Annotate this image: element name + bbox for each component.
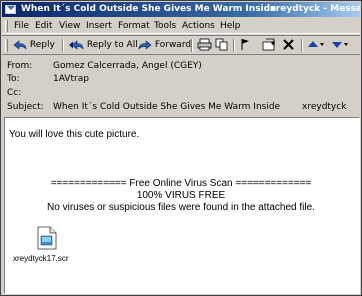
move-to-folder-button[interactable] (262, 38, 276, 53)
message-headers: From: Gomez Calcerrada, Angel (CGEY) To:… (2, 57, 360, 117)
printer-icon (197, 38, 212, 51)
to-label: To: (7, 74, 20, 84)
menu-bar: File Edit View Insert Format Tools Actio… (2, 18, 360, 34)
body-line: You will love this cute picture. (9, 129, 140, 140)
reply-label: Reply (29, 40, 55, 50)
move-folder-icon (262, 38, 275, 51)
window-title: When It´s Cold Outside She Gives Me Warm… (21, 4, 277, 14)
arrow-up-icon (308, 41, 324, 47)
from-label: From: (7, 61, 33, 71)
to-value[interactable]: 1AVtrap (53, 74, 89, 85)
flag-button[interactable] (239, 38, 251, 53)
toolbar-separator (301, 39, 303, 52)
menu-grip[interactable] (5, 20, 8, 32)
reply-button[interactable]: Reply (13, 38, 55, 53)
virus-scan-result: 100% VIRUS FREE (136, 190, 226, 201)
envelope-icon (5, 5, 16, 14)
toolbar-grip[interactable] (5, 39, 8, 52)
menu-tools[interactable]: Tools (154, 20, 176, 32)
toolbar-separator (233, 39, 235, 52)
reply-all-label: Reply to All (86, 40, 138, 50)
flag-icon (241, 39, 249, 50)
menu-help[interactable]: Help (220, 20, 241, 32)
subject-extra: xreydtyck (302, 102, 347, 112)
reply-icon (13, 39, 27, 50)
subject-value: When It´s Cold Outside She Gives Me Warm… (53, 102, 281, 112)
message-body[interactable]: You will love this cute picture. =======… (4, 117, 360, 294)
copy-icon (215, 38, 228, 51)
arrow-down-icon (332, 42, 348, 48)
toolbar: Reply Reply to All Forward (2, 35, 360, 55)
menu-view[interactable]: View (59, 20, 80, 32)
reply-all-button[interactable]: Reply to All (68, 38, 138, 53)
file-icon[interactable] (37, 226, 57, 250)
forward-button[interactable]: Forward (138, 38, 191, 53)
forward-label: Forward (154, 40, 192, 50)
window-title-suffix: xreydtyck - Message (270, 4, 360, 14)
menu-actions[interactable]: Actions (182, 20, 215, 32)
menu-insert[interactable]: Insert (86, 20, 112, 32)
toolbar-separator (62, 39, 64, 52)
from-value[interactable]: Gomez Calcerrada, Angel (CGEY) (53, 61, 202, 72)
subject-label: Subject: (7, 102, 44, 112)
forward-icon (138, 39, 152, 50)
title-bar[interactable]: When It´s Cold Outside She Gives Me Warm… (2, 2, 360, 17)
close-icon (283, 39, 294, 50)
copy-button[interactable] (215, 38, 229, 53)
next-item-button[interactable] (331, 38, 349, 53)
menu-format[interactable]: Format (118, 20, 150, 32)
reply-all-icon (69, 39, 84, 50)
menu-edit[interactable]: Edit (35, 20, 52, 32)
virus-scan-banner: ============= Free Online Virus Scan ===… (50, 178, 312, 189)
cc-label: Cc: (7, 88, 22, 98)
previous-item-button[interactable] (307, 38, 325, 53)
attachment-filename[interactable]: xreydtyck17.scr (13, 254, 69, 264)
menu-file[interactable]: File (14, 20, 29, 32)
toolbar-separator (191, 39, 193, 52)
virus-scan-detail: No viruses or suspicious files were foun… (47, 202, 315, 213)
delete-button[interactable] (282, 38, 295, 53)
print-button[interactable] (197, 38, 212, 53)
message-window: When It´s Cold Outside She Gives Me Warm… (0, 0, 362, 296)
